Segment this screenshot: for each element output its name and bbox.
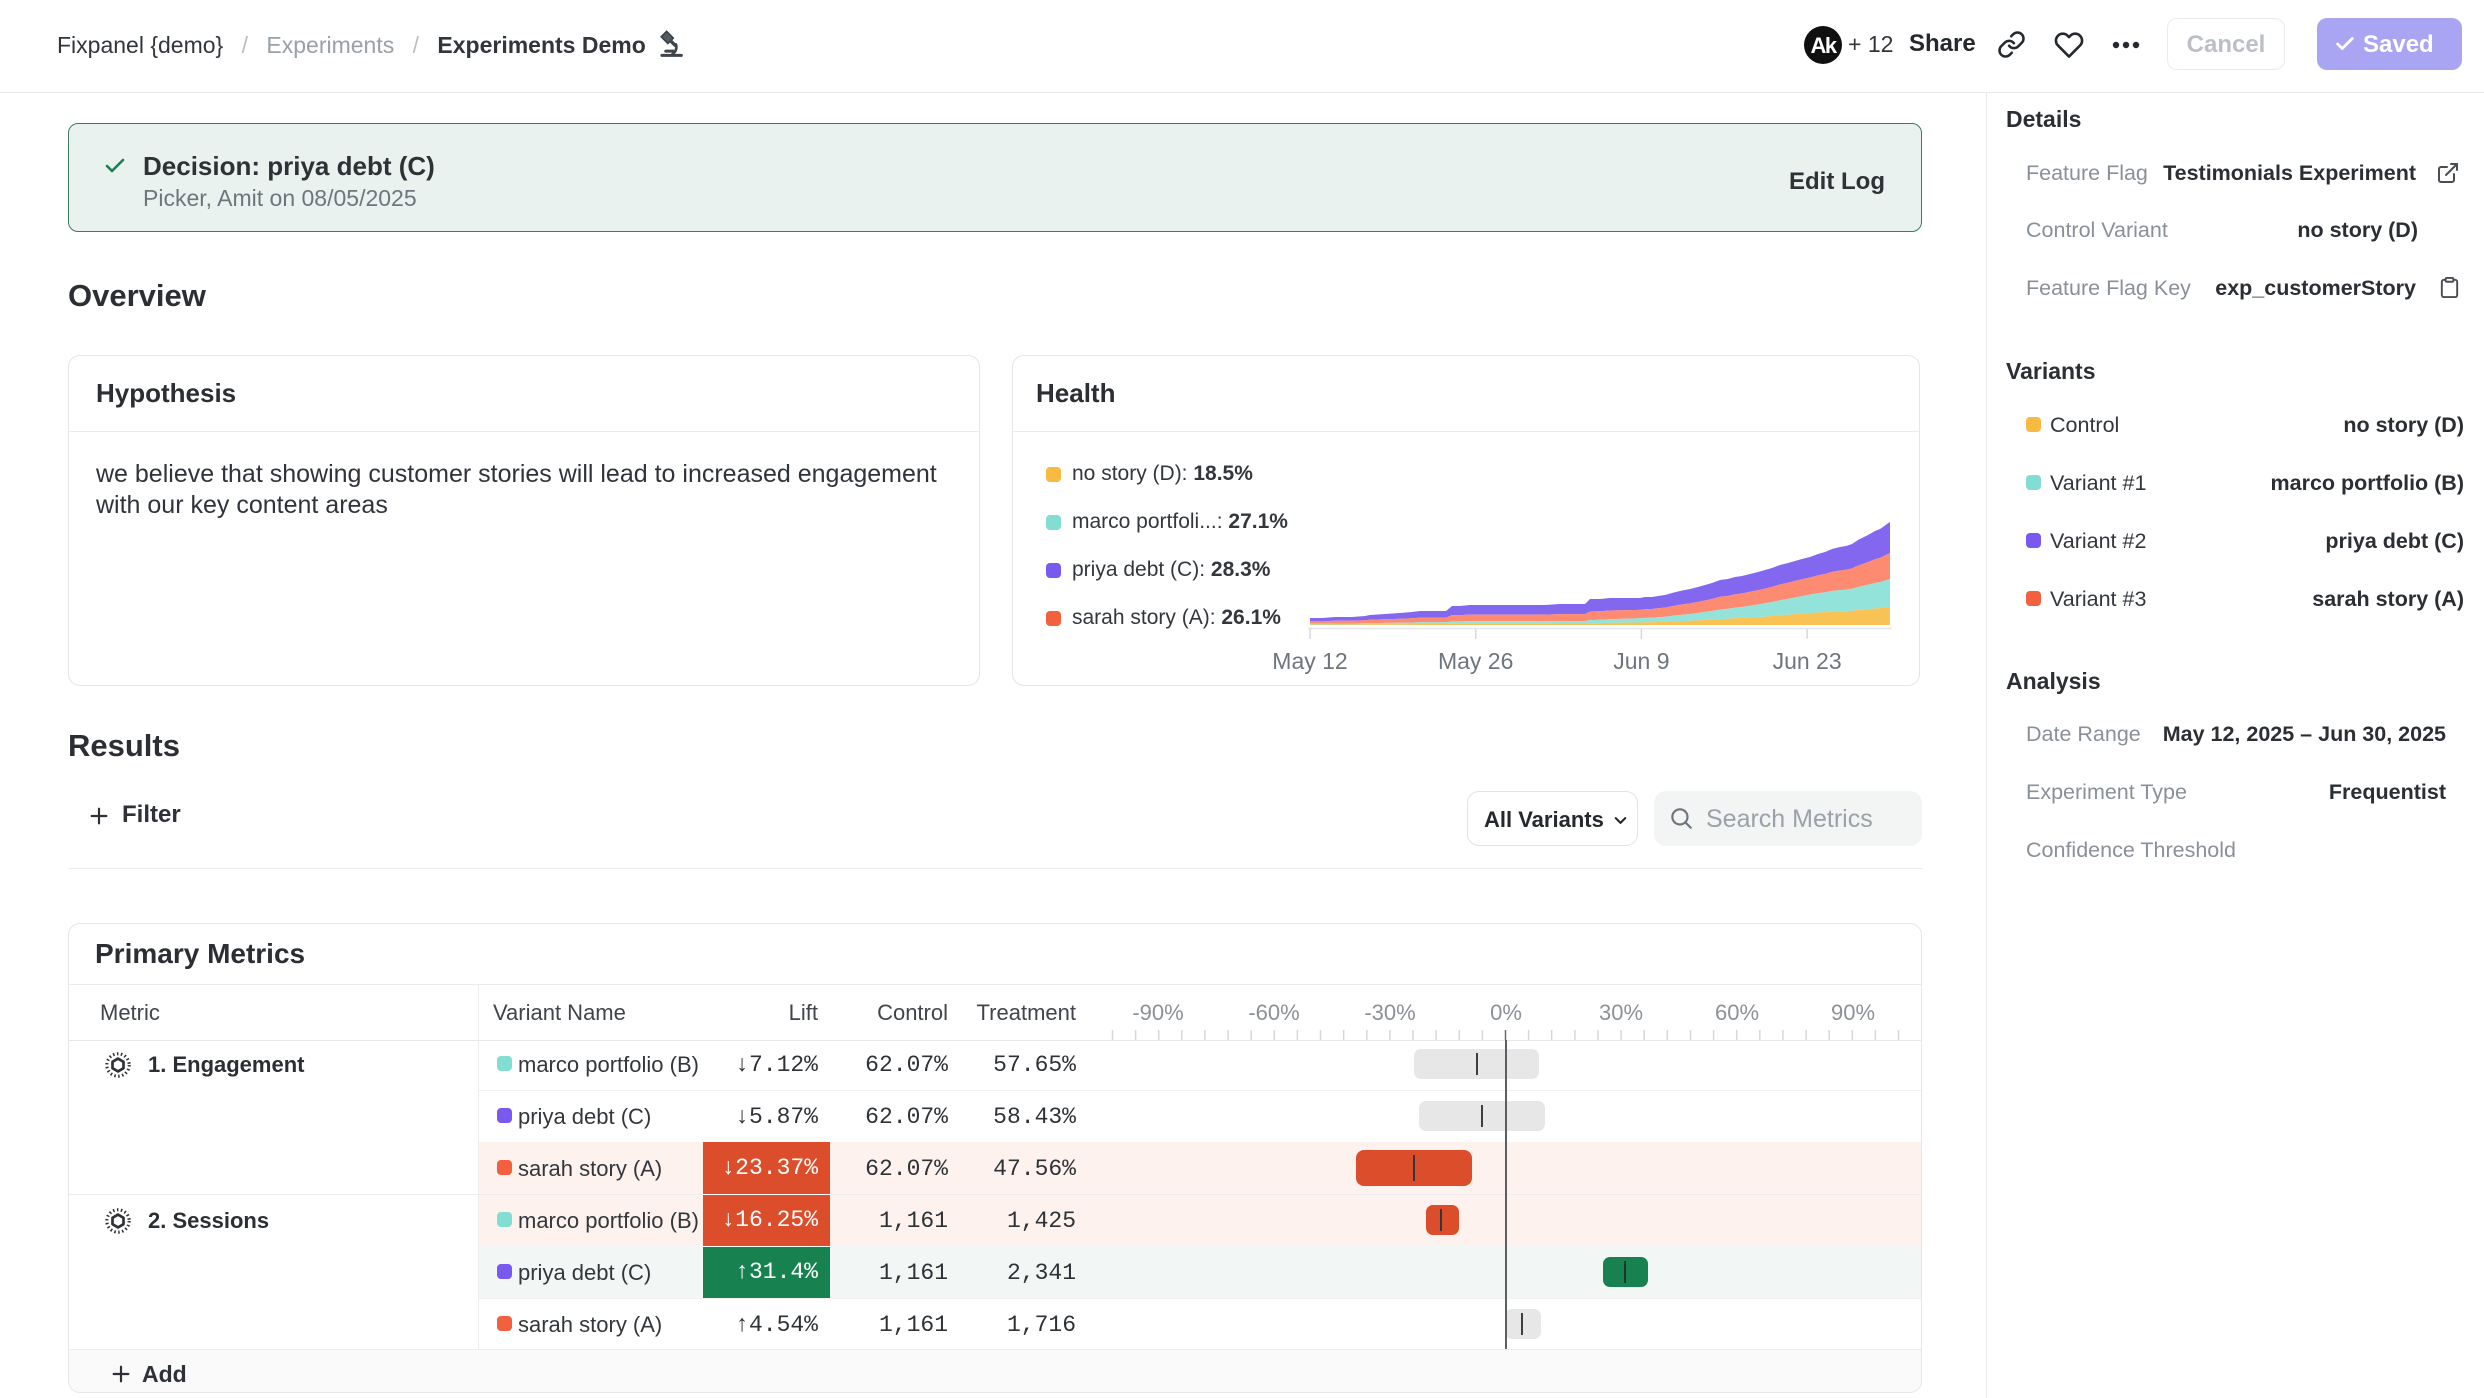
svg-text:May 26: May 26: [1438, 648, 1513, 674]
svg-text:Jun 23: Jun 23: [1773, 648, 1842, 674]
svg-text:Jun 9: Jun 9: [1613, 648, 1669, 674]
svg-text:May 12: May 12: [1272, 648, 1347, 674]
